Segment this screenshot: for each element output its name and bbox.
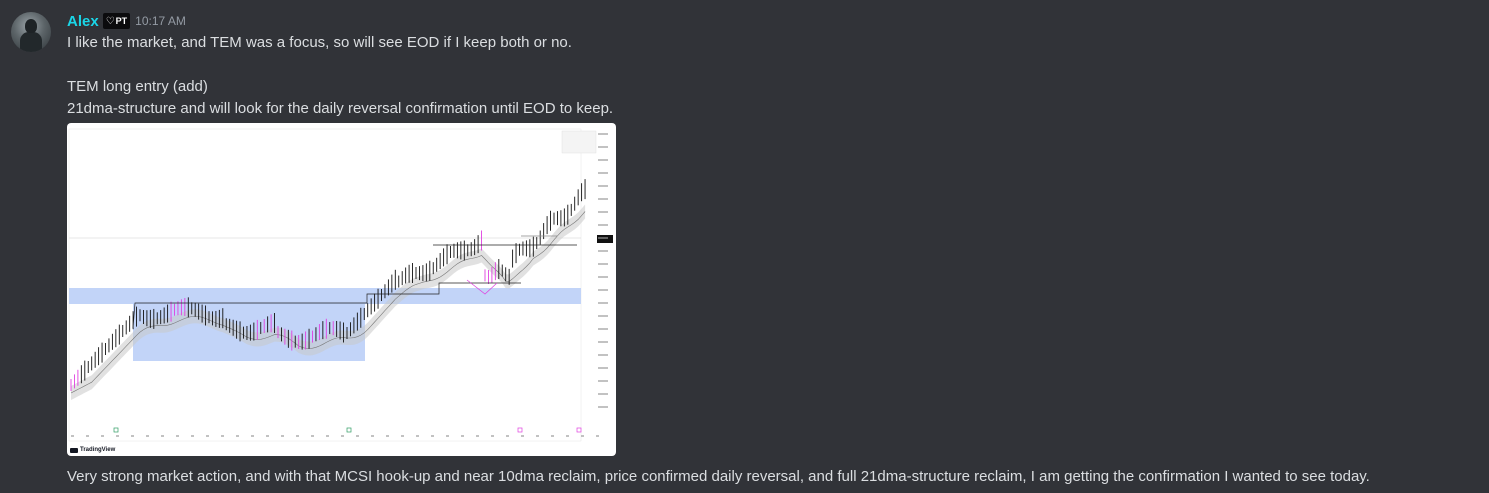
time-axis-tick [176, 435, 179, 437]
chat-message: Alex ♡ PT 10:17 AM I like the market, an… [0, 0, 1489, 493]
price-axis-tick [598, 315, 608, 317]
time-axis-tick [491, 435, 494, 437]
time-axis-tick [281, 435, 284, 437]
message-line-2: TEM long entry (add) [67, 78, 208, 95]
message-line-1: I like the market, and TEM was a focus, … [67, 34, 572, 51]
timestamp[interactable]: 10:17 AM [135, 14, 186, 28]
time-axis-tick [266, 435, 269, 437]
time-axis-tick [431, 435, 434, 437]
price-axis-tick [598, 367, 608, 369]
price-axis-tick [598, 237, 608, 239]
price-axis-tick [598, 289, 608, 291]
time-axis-tick [341, 435, 344, 437]
time-axis-tick [551, 435, 554, 437]
price-axis-tick [598, 224, 608, 226]
time-axis-tick [86, 435, 89, 437]
price-axis-tick [598, 354, 608, 356]
time-axis-tick [221, 435, 224, 437]
time-axis-tick [521, 435, 524, 437]
tradingview-logo-icon: TradingView [70, 447, 115, 453]
time-axis-tick [206, 435, 209, 437]
price-axis-tick [598, 393, 608, 395]
stock-chart-image [68, 128, 613, 442]
price-axis-tick [598, 133, 608, 135]
time-axis-tick [581, 435, 584, 437]
price-axis-tick [598, 406, 608, 408]
time-axis-tick [476, 435, 479, 437]
time-axis-tick [191, 435, 194, 437]
chart-image-attachment[interactable]: TradingView [67, 123, 616, 456]
price-axis-tick [598, 276, 608, 278]
avatar[interactable] [11, 12, 51, 52]
indicator-legend-box [561, 130, 597, 154]
time-axis-tick [161, 435, 164, 437]
time-axis-tick [386, 435, 389, 437]
time-axis-tick [356, 435, 359, 437]
time-axis-tick [296, 435, 299, 437]
message-line-4: Very strong market action, and with that… [67, 468, 1370, 485]
time-axis-tick [536, 435, 539, 437]
time-axis-tick [326, 435, 329, 437]
time-axis-tick [596, 435, 599, 437]
avatar-figure-body [20, 32, 42, 52]
role-tag: ♡ PT [102, 13, 131, 29]
time-axis-tick [461, 435, 464, 437]
shield-icon: ♡ [105, 15, 115, 27]
avatar-figure-head [25, 19, 37, 33]
username[interactable]: Alex [67, 13, 99, 30]
price-axis-tick [598, 159, 608, 161]
price-axis-tick [598, 250, 608, 252]
price-axis-tick [598, 185, 608, 187]
time-axis-tick [506, 435, 509, 437]
message-line-3: 21dma-structure and will look for the da… [67, 100, 614, 117]
time-axis-tick [146, 435, 149, 437]
tradingview-watermark: TradingView [80, 447, 116, 453]
time-axis-tick [101, 435, 104, 437]
price-axis-tick [598, 172, 608, 174]
price-axis-tick [598, 146, 608, 148]
time-axis-tick [401, 435, 404, 437]
price-axis-tick [598, 380, 608, 382]
time-axis-tick [236, 435, 239, 437]
price-axis-tick [598, 341, 608, 343]
highlight-zone-wide [69, 288, 581, 304]
price-axis-tick [598, 263, 608, 265]
time-axis-tick [311, 435, 314, 437]
price-axis-tick [598, 302, 608, 304]
time-axis-tick [566, 435, 569, 437]
time-axis-tick [446, 435, 449, 437]
message-header: Alex ♡ PT 10:17 AM [67, 11, 186, 31]
time-axis-tick [371, 435, 374, 437]
role-tag-label: PT [115, 16, 128, 26]
time-axis-tick [131, 435, 134, 437]
price-axis-tick [598, 328, 608, 330]
time-axis-tick [116, 435, 119, 437]
time-axis-tick [416, 435, 419, 437]
price-axis-tick [598, 198, 608, 200]
time-axis-tick [251, 435, 254, 437]
price-axis-tick [598, 211, 608, 213]
time-axis-tick [71, 435, 74, 437]
